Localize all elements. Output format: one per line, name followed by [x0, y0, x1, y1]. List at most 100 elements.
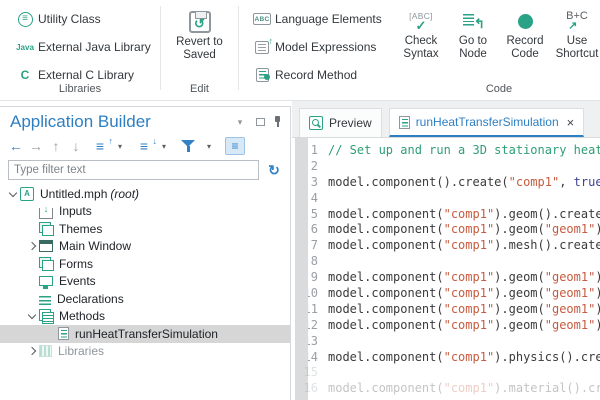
expander-icon[interactable]	[25, 205, 39, 217]
expander-icon[interactable]	[6, 188, 20, 200]
code-line: 7 model.component("comp1").mesh().create…	[292, 238, 600, 254]
tab-run-heat-transfer-simulation[interactable]: runHeatTransferSimulation ×	[389, 108, 585, 137]
record-method-icon	[256, 68, 269, 82]
tree-item[interactable]: Methods	[0, 308, 290, 326]
language-elements-button[interactable]: ABC Language Elements	[249, 5, 395, 33]
expander-icon[interactable]	[25, 223, 39, 235]
declarations-icon	[39, 296, 51, 306]
record-method-label: Record Method	[275, 68, 357, 82]
panel-menu-icon[interactable]	[232, 113, 248, 131]
record-method-button[interactable]: Record Method	[249, 61, 395, 89]
code-area[interactable]: 1 // Set up and run a 3D stationary heat…	[292, 138, 600, 400]
model-expressions-label: Model Expressions	[275, 40, 376, 54]
tree-item[interactable]: Forms	[0, 255, 290, 273]
check-syntax-button[interactable]: [ABC] Check Syntax	[395, 7, 447, 61]
panel-toolbar	[0, 132, 290, 158]
expander-icon[interactable]	[25, 345, 39, 357]
code-line: 13	[292, 334, 600, 350]
ribbon-group-label-code: Code	[395, 83, 600, 95]
expand-order-down-button[interactable]	[136, 137, 152, 155]
use-shortcut-button[interactable]: B+C Use Shortcut	[551, 7, 600, 61]
ribbon-group-code: ABC Language Elements Model Expressions …	[239, 0, 600, 100]
expander-icon[interactable]	[44, 328, 58, 340]
tree-item[interactable]: Libraries	[0, 343, 290, 361]
tree-item[interactable]: Themes	[0, 220, 290, 238]
go-to-node-label: Go to Node	[447, 35, 499, 61]
go-to-node-button[interactable]: Go to Node	[447, 7, 499, 61]
check-syntax-icon: [ABC]	[409, 11, 433, 31]
tree-item[interactable]: runHeatTransferSimulation	[0, 325, 290, 343]
expand-order-up-button[interactable]	[92, 137, 108, 155]
line-number: 15	[292, 365, 328, 381]
code-line: 11 model.component("comp1").geom("geom1"…	[292, 302, 600, 318]
c-language-icon: C	[21, 68, 30, 82]
utility-class-icon	[18, 12, 33, 27]
app-window: Utility Class Java External Java Library…	[0, 0, 600, 400]
close-icon[interactable]: ×	[567, 116, 575, 129]
window-icon	[39, 240, 53, 252]
methods-icon	[39, 309, 53, 323]
ribbon-group-libraries: Utility Class Java External Java Library…	[0, 0, 160, 100]
code-line: 12 model.component("comp1").geom("geom1"…	[292, 318, 600, 334]
record-code-button[interactable]: Record Code	[499, 7, 551, 61]
revert-to-saved-button[interactable]: Revert to Saved	[170, 8, 230, 62]
revert-to-saved-label: Revert to Saved	[170, 36, 230, 62]
tab-preview[interactable]: Preview	[299, 108, 382, 137]
expander-icon[interactable]	[25, 293, 39, 305]
stack-icon	[39, 222, 53, 236]
model-expressions-icon	[255, 41, 269, 54]
show-node-labels-toggle[interactable]	[225, 137, 245, 155]
ribbon: Utility Class Java External Java Library…	[0, 0, 600, 101]
code-line: 1 // Set up and run a 3D stationary heat…	[292, 143, 600, 159]
code-line: 4	[292, 191, 600, 207]
go-to-node-icon	[462, 12, 484, 30]
tree-item[interactable]: Declarations	[0, 290, 290, 308]
libraries-icon	[39, 345, 52, 357]
code-line: 8	[292, 254, 600, 270]
model-expressions-button[interactable]: Model Expressions	[249, 33, 395, 61]
expander-icon[interactable]	[25, 275, 39, 287]
external-java-library-label: External Java Library	[38, 40, 151, 54]
application-builder-panel: Application Builder Unti	[0, 106, 291, 400]
code-line: 3 model.component().create("comp1", true…	[292, 175, 600, 191]
expander-icon[interactable]	[25, 240, 39, 252]
external-java-library-button[interactable]: Java External Java Library	[12, 33, 160, 61]
forward-button[interactable]	[28, 137, 44, 155]
method-icon	[58, 327, 69, 340]
panel-title: Application Builder	[10, 112, 232, 132]
record-code-icon	[518, 14, 533, 29]
tree-item[interactable]: Untitled.mph (root)	[0, 185, 290, 203]
use-shortcut-icon: B+C	[566, 11, 588, 31]
revert-to-saved-icon	[189, 11, 211, 33]
stack-icon	[39, 257, 53, 271]
expander-icon[interactable]	[25, 310, 39, 322]
back-button[interactable]	[8, 137, 24, 155]
tab-method-label: runHeatTransferSimulation	[416, 115, 559, 129]
ribbon-group-label-libraries: Libraries	[0, 83, 160, 95]
expander-icon[interactable]	[25, 258, 39, 270]
editor-tabbar: Preview runHeatTransferSimulation ×	[292, 101, 600, 138]
code-line: 6 model.component("comp1").geom("geom1")…	[292, 222, 600, 238]
chevron-down-icon[interactable]	[112, 137, 128, 155]
chevron-down-icon[interactable]	[156, 137, 172, 155]
preview-icon	[309, 116, 323, 130]
language-elements-icon: ABC	[253, 13, 271, 25]
utility-class-button[interactable]: Utility Class	[12, 5, 160, 33]
refresh-icon[interactable]	[266, 161, 282, 179]
record-code-label: Record Code	[499, 35, 551, 61]
filter-input[interactable]	[8, 160, 259, 180]
move-down-button[interactable]	[68, 137, 84, 155]
ribbon-group-edit: Revert to Saved Edit	[161, 0, 238, 100]
panel-float-icon[interactable]	[256, 118, 265, 126]
code-line: 5 model.component("comp1").geom().create…	[292, 207, 600, 223]
tree-item[interactable]: Main Window	[0, 238, 290, 256]
panel-pin-icon[interactable]	[273, 116, 282, 128]
filter-icon[interactable]	[181, 139, 197, 153]
tree-item[interactable]: Events	[0, 273, 290, 291]
chevron-down-icon[interactable]	[201, 137, 217, 155]
tree-item[interactable]: Inputs	[0, 203, 290, 221]
code-line: 9 model.component("comp1").geom("geom1")…	[292, 270, 600, 286]
move-up-button[interactable]	[48, 137, 64, 155]
java-icon: Java	[16, 43, 34, 52]
line-number: 16	[292, 381, 328, 397]
